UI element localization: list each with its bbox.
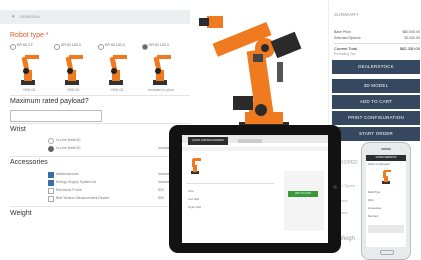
total-value: $82,330.00 [399,46,420,51]
summary-row-value: $2,000.00 [404,36,420,40]
robot-thumbnail-icon [153,55,171,85]
robot-option-name: KR 60-3 F [17,43,33,47]
phone-item[interactable]: Accessories [368,207,381,210]
robot-option-price: +$90.00 [110,88,124,92]
summary-row: Selected Options $2,000.00 [334,36,420,40]
wrist-option-name: In-Line Wrist 60 [56,138,81,142]
divider [10,95,190,96]
total-note: Excluding Tax [334,52,356,56]
accessory-note: $20 [158,188,164,192]
robot-type-label: Robot type * [10,32,49,39]
payload-input[interactable] [10,110,102,122]
radio-button[interactable] [54,44,60,50]
print-configuration-button[interactable]: PRINT CONFIGURATION [332,111,420,125]
summary-title: SUMMARY [334,12,360,17]
accessory-checkbox-3[interactable] [48,188,54,194]
robot-option-price: +$90.00 [66,88,80,92]
robot-option-name: KR 60 L30-3 [149,43,169,47]
accessory-note: $00 [158,196,164,200]
start-order-button[interactable]: START ORDER [332,127,420,141]
accessory-name: Additional Axis [56,172,79,176]
wrist-option-name: In-Line Wrist 90 [56,146,81,150]
divider [10,123,190,124]
3d-model-button[interactable]: 3D MODEL [332,79,420,93]
robot-option-name: KR 60 L45-3 [61,43,81,47]
divider [334,43,420,44]
dealer-stock-button[interactable]: DEALERSTOCK [332,60,420,74]
divider [186,183,274,184]
robot-option-1[interactable]: KR 60-3 F +$90.00 [10,43,48,94]
accessory-name: Energy Supply System kit [56,180,96,184]
robot-option-price: Included in price [148,88,174,92]
phone-screen: SUPER WEBSHOP Robot Configurator Robot T… [366,155,406,247]
robot-option-3[interactable]: KR 60 L30-3 +$90.00 [98,43,136,94]
background-heading: ROPED [340,160,358,166]
background-row: Li Types [340,183,355,188]
tablet-home-button[interactable] [333,185,337,189]
radio-button-selected[interactable] [142,44,148,50]
divider [10,206,190,207]
summary-row-label: Base Price [334,30,351,34]
accessory-name: Belt Tension Measurement Device [56,196,110,200]
tablet-option-label: Right Rail [188,205,202,209]
background-row: ions [340,198,348,203]
wrist-radio-1[interactable] [48,138,54,144]
robot-option-price: +$90.00 [22,88,36,92]
configurator-panel: ▾ GENERAL Robot type * KR 60-3 F +$90.00 … [0,0,193,260]
summary-row-label: Selected Options [334,36,361,40]
wrist-label: Wrist [10,126,26,133]
weight-label: Weight [10,210,32,217]
tablet-search-box[interactable] [238,139,262,143]
tablet-robot-icon [191,158,201,174]
phone-item[interactable]: Summary [368,215,378,218]
summary-row-value: $80,000.00 [402,30,420,34]
total-label: Current Total [334,46,357,51]
phone-heading: Robot Configurator [368,163,390,166]
accessory-checkbox-1[interactable] [48,172,54,178]
tablet-option-label: Size [188,189,194,193]
robot-option-name: KR 60 L30-3 [105,43,125,47]
add-to-cart-button[interactable]: ADD TO CART [332,95,420,109]
robot-type-options: KR 60-3 F +$90.00 KR 60 L45-3 +$90.00 KR… [10,43,190,94]
robot-thumbnail-icon [65,55,83,85]
tablet-summary [284,171,324,231]
accessory-checkbox-4[interactable] [48,196,54,202]
wrist-radio-2[interactable] [48,146,54,152]
robot-thumbnail-icon [109,55,127,85]
phone-robot-icon [382,170,391,184]
robot-option-2[interactable]: KR 60 L45-3 +$90.00 [54,43,92,94]
accessory-checkbox-2[interactable] [48,180,54,186]
phone-item[interactable]: Robot Type [368,191,380,194]
phone-item[interactable]: Wrist [368,199,373,202]
phone-summary-box [368,225,404,233]
background-row: ions [340,210,348,215]
tablet-device: QUICK AND BACKWARDS Size Left Rail Right… [169,125,341,253]
tablet-add-to-cart-button[interactable]: ADD TO CART [288,191,318,197]
section-header-general[interactable]: ▾ GENERAL [0,10,190,24]
tablet-brand-logo: QUICK AND BACKWARDS [188,137,228,145]
payload-label: Maximum rated payload? [10,98,89,105]
phone-speaker [381,148,391,150]
summary-row: Base Price $80,000.00 [334,30,420,34]
phone-device: SUPER WEBSHOP Robot Configurator Robot T… [361,142,411,260]
robot-thumbnail-icon [21,55,39,85]
summary-total: Current Total $82,330.00 [334,46,420,51]
tablet-nav [182,147,328,151]
summary-panel: SUMMARY Base Price $80,000.00 Selected O… [328,0,421,148]
accessories-label: Accessories [10,159,48,166]
chevron-down-icon: ▾ [12,14,15,20]
divider [10,156,190,157]
radio-button[interactable] [98,44,104,50]
accessory-name: Electronic Probe [56,188,82,192]
tablet-option-label: Left Rail [188,197,200,201]
phone-home-button[interactable] [380,250,394,255]
section-title: GENERAL [19,14,42,19]
robot-option-4[interactable]: KR 60 L30-3 Included in price [142,43,180,94]
radio-button[interactable] [10,44,16,50]
tablet-screen: QUICK AND BACKWARDS Size Left Rail Right… [182,135,328,243]
phone-brand: SUPER WEBSHOP [366,155,406,161]
